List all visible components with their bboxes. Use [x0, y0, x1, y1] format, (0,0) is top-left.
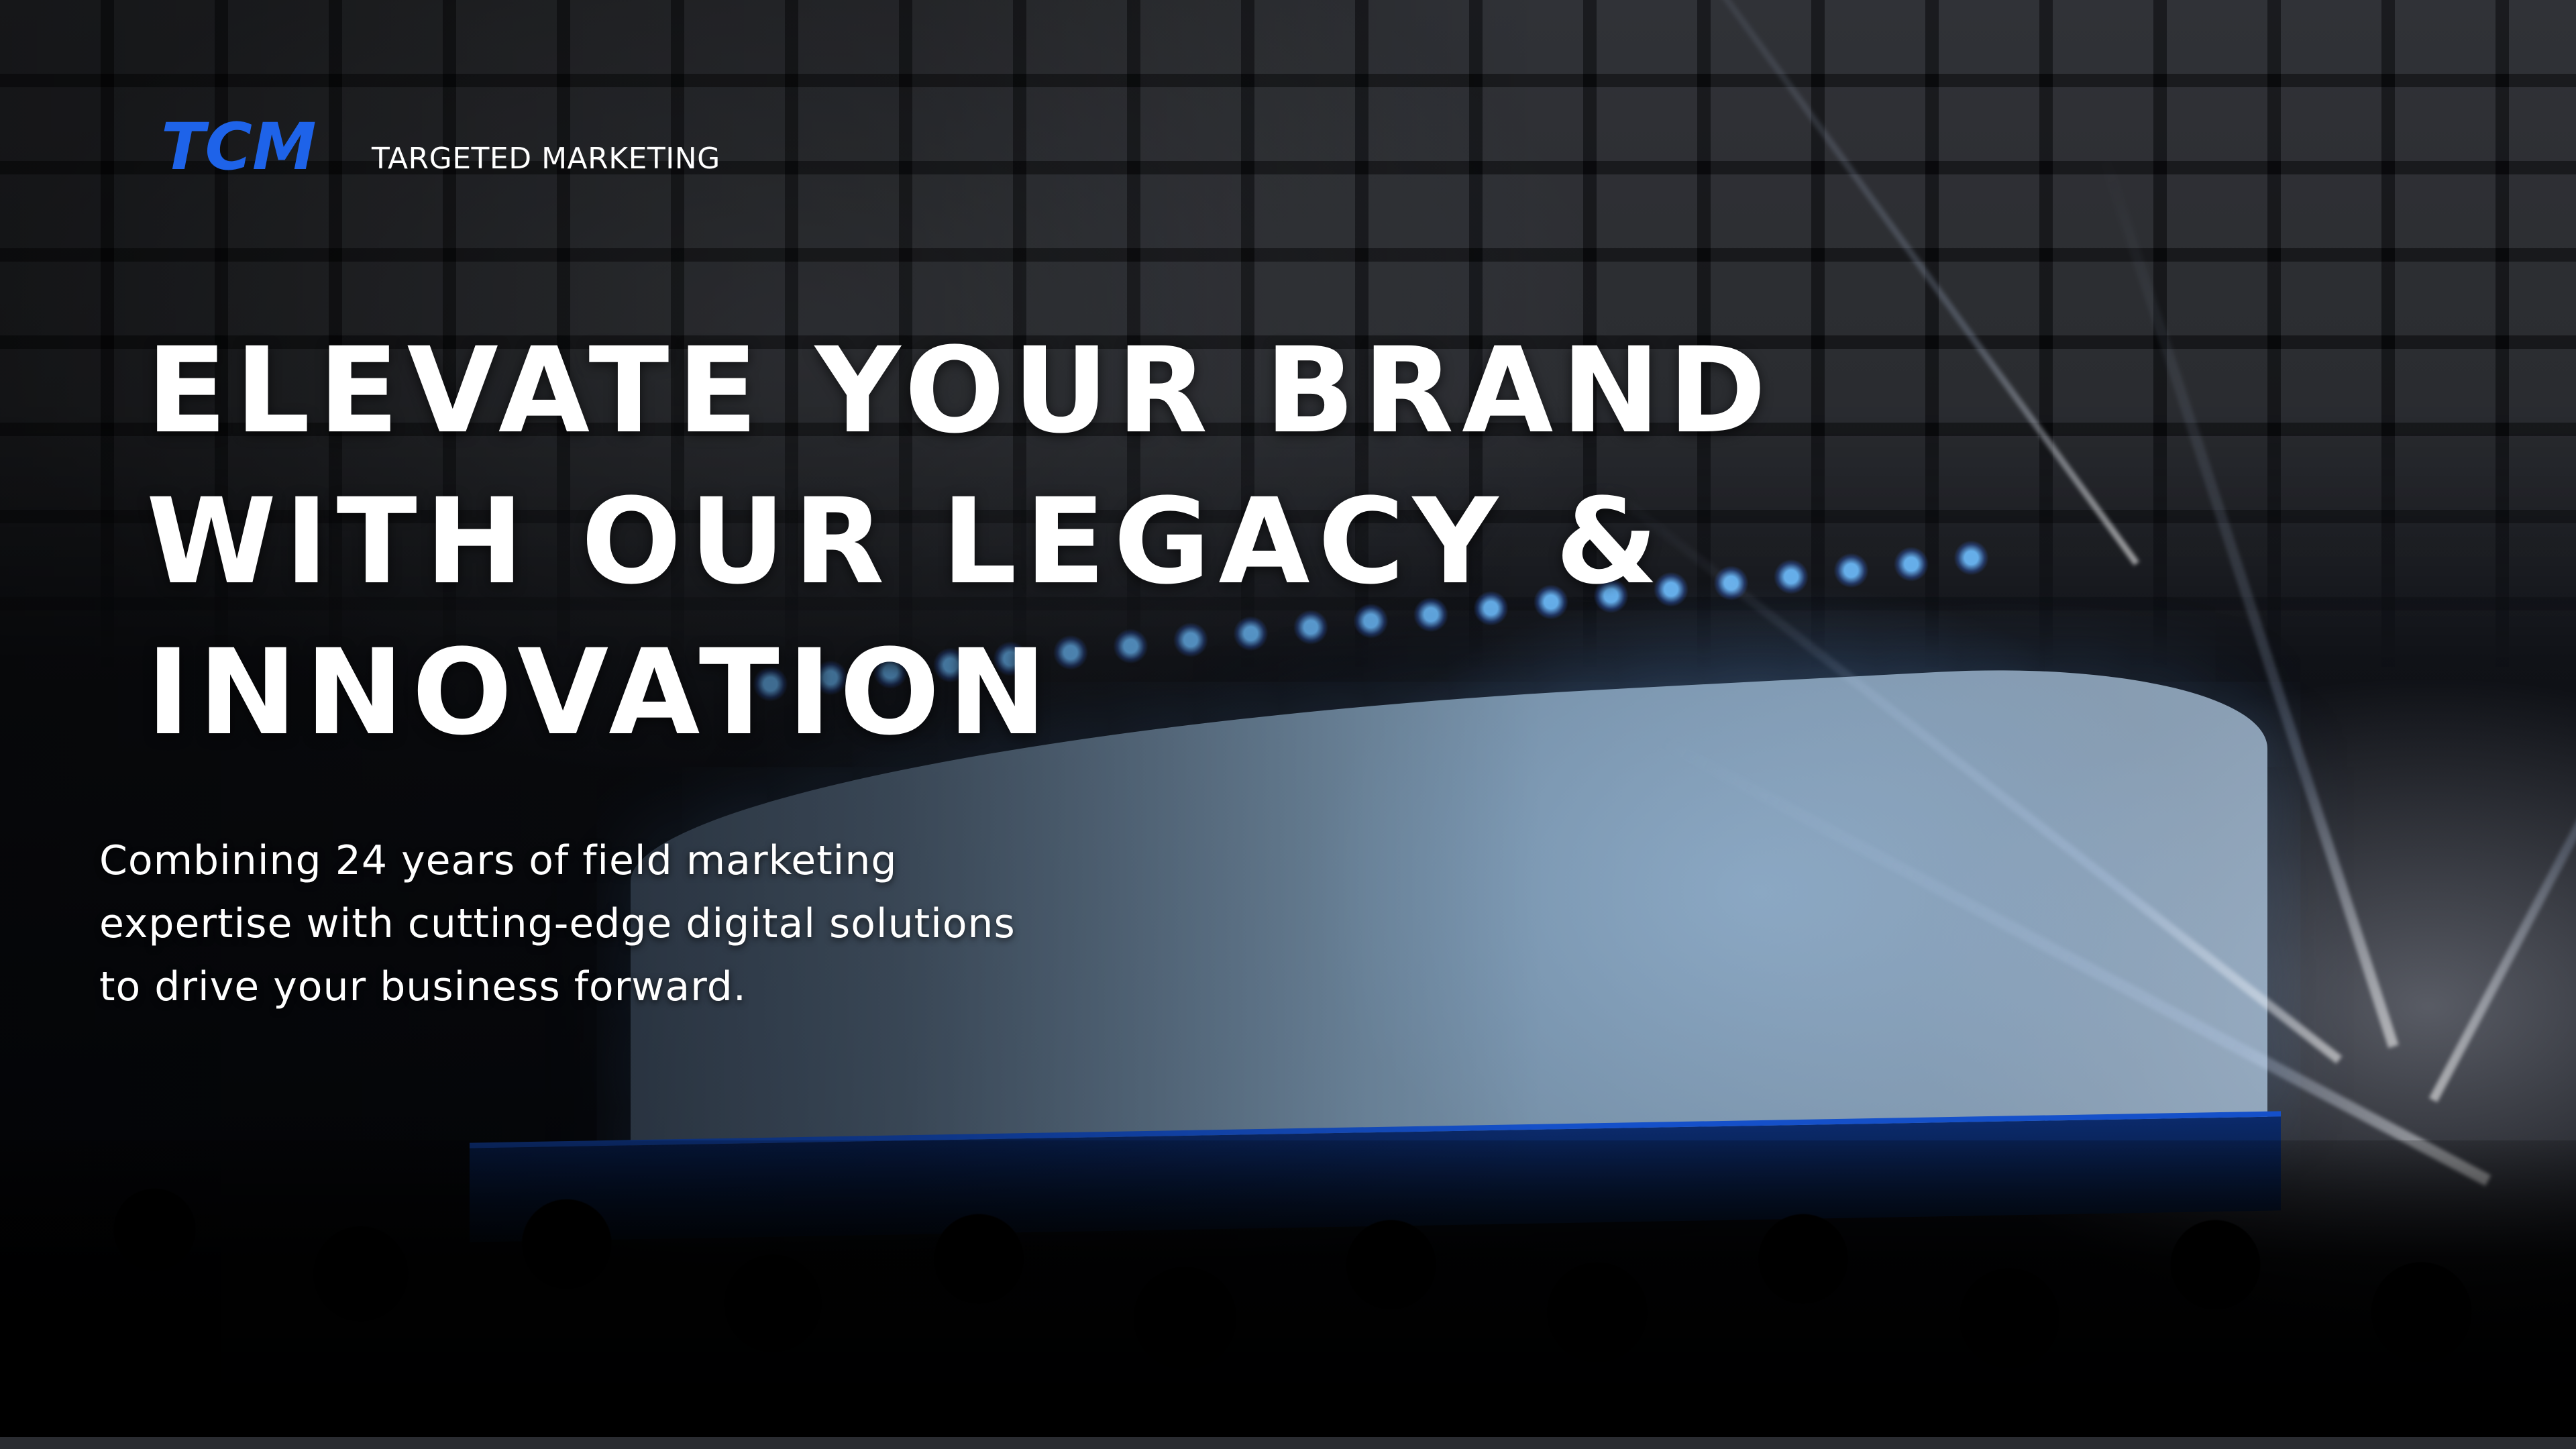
brand-tagline: TARGETED MARKETING [372, 142, 720, 176]
bottom-bar [0, 1437, 2576, 1449]
brand-header: TCM TARGETED MARKETING [161, 115, 720, 180]
headline-line: INNOVATION [146, 624, 1055, 761]
hero-subcopy: Combining 24 years of field marketing ex… [99, 837, 1016, 1010]
svg-text:TCM: TCM [161, 115, 316, 180]
headline-line: ELEVATE YOUR BRAND [146, 322, 1774, 460]
tcm-logo[interactable]: TCM [161, 115, 349, 180]
headline-line: WITH OUR LEGACY & [146, 473, 1666, 610]
hero-headline: ELEVATE YOUR BRAND WITH OUR LEGACY & INN… [146, 315, 1823, 768]
